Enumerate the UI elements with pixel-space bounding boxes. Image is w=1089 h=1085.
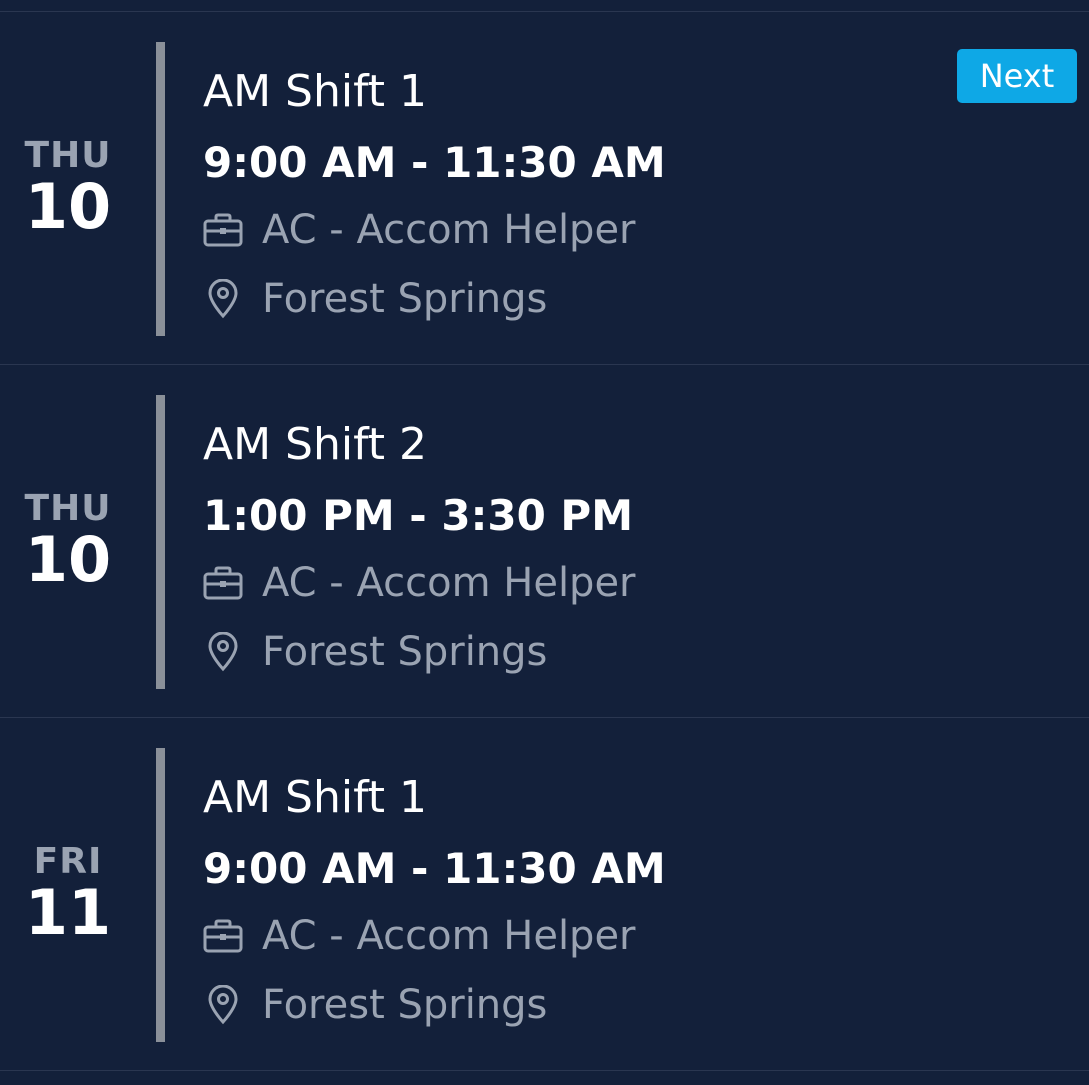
shift-time: 9:00 AM - 11:30 AM [203,844,666,893]
day-of-week: THU [24,487,112,529]
shift-details: AM Shift 2 1:00 PM - 3:30 PM AC - Accom … [203,419,1089,678]
shift-date: FRI 11 [0,718,136,1070]
shift-accent-bar [156,395,165,689]
shift-title: AM Shift 1 [203,772,428,823]
day-of-week: THU [24,134,112,176]
map-pin-icon [203,984,245,1026]
shift-role: AC - Accom Helper [262,560,636,606]
day-number: 10 [24,523,112,597]
shift-role-row: AC - Accom Helper [203,910,1089,962]
shift-role: AC - Accom Helper [262,913,636,959]
shift-card[interactable]: THU 10 AM Shift 1 9:00 AM - 11:30 AM AC … [0,12,1089,365]
shift-date: THU 10 [0,12,136,364]
top-divider [0,0,1089,12]
shift-accent-bar [156,748,165,1042]
shift-date: THU 10 [0,365,136,717]
shift-location-row: Forest Springs [203,273,1089,325]
shift-card[interactable]: THU 10 AM Shift 2 1:00 PM - 3:30 PM AC -… [0,365,1089,718]
shift-role-row: AC - Accom Helper [203,557,1089,609]
map-pin-icon [203,631,245,673]
shift-accent-bar [156,42,165,336]
shift-time: 9:00 AM - 11:30 AM [203,138,666,187]
day-number: 10 [24,170,112,244]
briefcase-icon [203,209,245,251]
day-of-week: FRI [33,840,103,882]
shift-location-row: Forest Springs [203,979,1089,1031]
day-number: 11 [24,876,112,950]
map-pin-icon [203,278,245,320]
next-badge: Next [957,49,1077,103]
shift-card[interactable]: FRI 11 AM Shift 1 9:00 AM - 11:30 AM AC … [0,718,1089,1071]
shift-title: AM Shift 2 [203,419,428,470]
shift-details: AM Shift 1 9:00 AM - 11:30 AM AC - Accom… [203,772,1089,1031]
shift-list: THU 10 AM Shift 1 9:00 AM - 11:30 AM AC … [0,12,1089,1071]
shift-location: Forest Springs [262,276,548,322]
shift-location: Forest Springs [262,629,548,675]
shift-details: AM Shift 1 9:00 AM - 11:30 AM AC - Accom… [203,66,1089,325]
shift-role-row: AC - Accom Helper [203,204,1089,256]
shift-location-row: Forest Springs [203,626,1089,678]
briefcase-icon [203,562,245,604]
shift-time: 1:00 PM - 3:30 PM [203,491,634,540]
shift-role: AC - Accom Helper [262,207,636,253]
shift-location: Forest Springs [262,982,548,1028]
briefcase-icon [203,915,245,957]
